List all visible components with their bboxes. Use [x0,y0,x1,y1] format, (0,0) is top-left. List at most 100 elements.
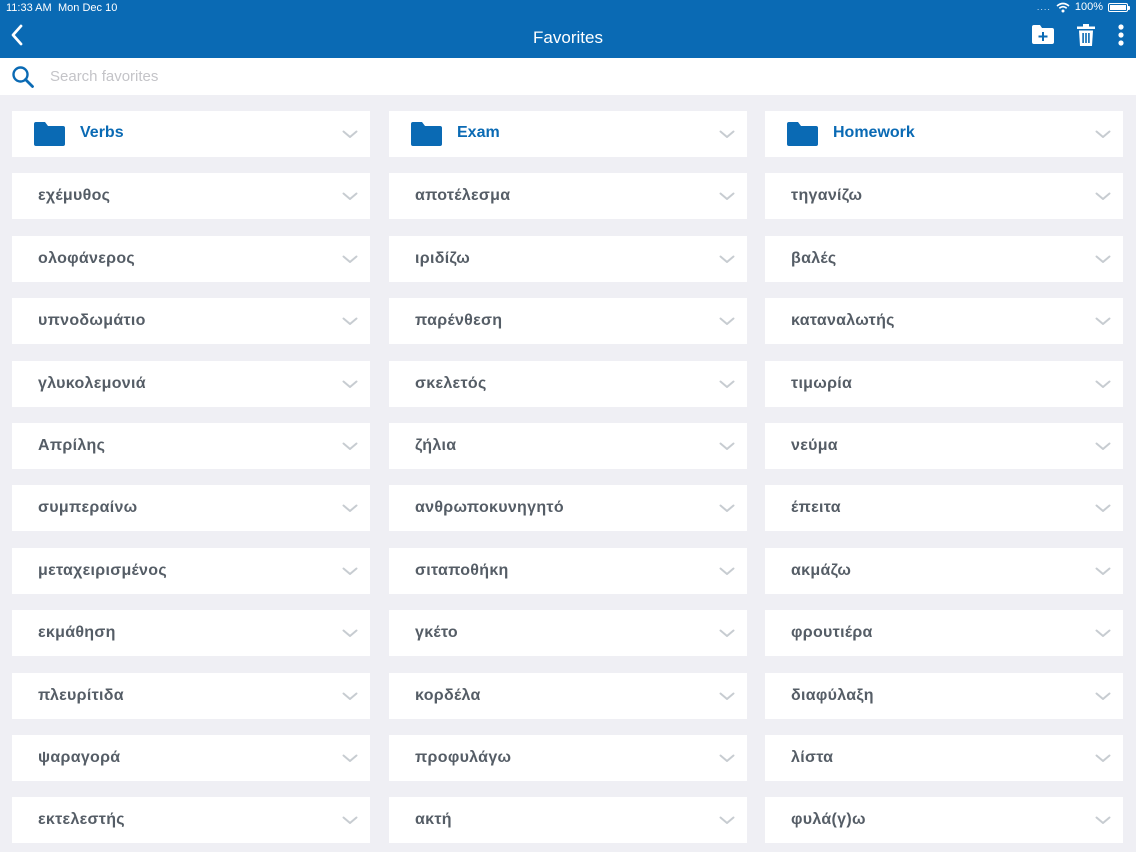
favorite-word: λίστα [791,749,834,766]
favorite-word: ιριδίζω [415,249,471,267]
favorite-word-card[interactable]: έπειτα [765,485,1123,532]
favorite-word-card[interactable]: νεύμα [765,423,1123,469]
chevron-down-icon [1095,629,1111,638]
favorite-word-card[interactable]: σκελετός [389,360,747,407]
favorite-word: εχέμυθος [38,187,111,205]
chevron-down-icon [342,816,358,825]
favorite-word: ολοφάνερος [38,249,136,267]
search-icon[interactable] [11,65,35,89]
new-folder-button[interactable] [1031,23,1055,50]
favorite-word-card[interactable]: εκτελεστής [12,797,370,844]
chevron-down-icon [342,504,358,513]
favorite-word: καταναλωτής [791,312,895,330]
favorite-word: έπειτα [791,499,841,517]
status-date: Mon Dec 10 [58,2,118,14]
favorite-word-card[interactable]: παρένθεση [389,298,747,345]
favorite-word-card[interactable]: εχέμυθος [12,173,370,220]
chevron-down-icon [342,255,358,263]
favorite-word-card[interactable]: γκέτο [389,610,747,657]
favorite-word: γλυκολεμονιά [38,374,146,392]
folder-name: Exam [457,124,500,141]
favorite-word: ζήλια [415,437,457,454]
favorite-word: προφυλάγω [415,749,512,766]
more-options-button[interactable] [1114,23,1128,52]
chevron-down-icon [719,567,735,575]
favorite-word-card[interactable]: ανθρωποκυνηγητό [389,485,747,532]
folder-card[interactable]: Verbs [12,111,370,157]
favorite-word-card[interactable]: σιταποθήκη [389,547,747,594]
favorite-word-card[interactable]: βαλές [765,235,1123,282]
folder-card[interactable]: Exam [389,111,747,157]
favorite-word-card[interactable]: τηγανίζω [765,173,1123,220]
favorite-word-card[interactable]: εκμάθηση [12,610,370,657]
favorite-word: Απρίλης [38,437,106,454]
favorite-word-card[interactable]: ζήλια [389,423,747,469]
trash-icon [1077,24,1095,46]
favorite-word: φρουτιέρα [791,624,873,642]
favorite-word-card[interactable]: Απρίλης [12,423,370,469]
favorite-word: υπνοδωμάτιο [38,312,146,330]
chevron-down-icon [719,754,735,762]
chevron-down-icon [1095,816,1111,825]
search-bar [0,58,1136,95]
favorite-word-card[interactable]: αποτέλεσμα [389,173,747,220]
favorite-word: μεταχειρισμένος [38,561,167,579]
favorite-word-card[interactable]: διαφύλαξη [765,672,1123,719]
chevron-down-icon [342,692,358,700]
chevron-down-icon [342,317,358,326]
favorite-word-card[interactable]: συμπεραίνω [12,485,370,532]
favorite-word-card[interactable]: πλευρίτιδα [12,672,370,719]
favorite-word: τηγανίζω [791,187,863,205]
chevron-down-icon [342,629,358,638]
favorite-word: τιμωρία [791,374,853,392]
delete-button[interactable] [1076,23,1096,52]
battery-icon [1108,2,1130,12]
favorite-word-card[interactable]: ακτή [389,797,747,844]
favorite-word-card[interactable]: μεταχειρισμένος [12,547,370,594]
favorite-word-card[interactable]: φυλά(γ)ω [765,797,1123,844]
favorite-word-card[interactable]: προφυλάγω [389,735,747,781]
chevron-down-icon [719,192,735,201]
favorite-word-card[interactable]: ιριδίζω [389,235,747,282]
favorite-word-card[interactable]: φρουτιέρα [765,610,1123,657]
chevron-down-icon [1095,130,1111,138]
favorite-word: νεύμα [791,437,838,454]
chevron-down-icon [342,192,358,201]
chevron-down-icon [1095,380,1111,388]
chevron-down-icon [719,317,735,326]
favorite-word: σκελετός [415,374,487,392]
favorite-word: παρένθεση [415,312,503,330]
battery-percent: 100% [1074,1,1103,13]
favorite-word: ψαραγορά [38,749,121,766]
chevron-down-icon [1095,504,1111,513]
favorite-word-card[interactable]: υπνοδωμάτιο [12,298,370,345]
favorite-word: ακτή [415,811,452,829]
status-time: 11:33 AM [6,2,52,14]
favorite-word-card[interactable]: λίστα [765,735,1123,781]
chevron-down-icon [342,380,358,388]
chevron-down-icon [342,754,358,762]
favorite-word: εκτελεστής [38,811,125,829]
chevron-down-icon [1095,442,1111,450]
status-indicators: .... 100% [1037,1,1130,13]
chevron-down-icon [1095,255,1111,263]
folder-add-icon [1032,25,1054,44]
folder-card[interactable]: Homework [765,111,1123,157]
favorite-word-card[interactable]: ολοφάνερος [12,235,370,282]
search-input[interactable] [50,66,950,86]
favorite-word: βαλές [791,249,837,267]
favorite-word: ακμάζω [791,561,852,579]
favorite-word: κορδέλα [415,686,481,704]
favorite-word-card[interactable]: καταναλωτής [765,298,1123,345]
favorite-word: διαφύλαξη [791,686,874,704]
folder-icon [34,122,65,146]
favorite-word-card[interactable]: ακμάζω [765,547,1123,594]
favorite-word-card[interactable]: γλυκολεμονιά [12,360,370,407]
chevron-down-icon [1095,192,1111,201]
chevron-down-icon [719,255,735,263]
favorite-word: φυλά(γ)ω [791,811,866,829]
favorite-word-card[interactable]: ψαραγορά [12,735,370,781]
favorite-word-card[interactable]: κορδέλα [389,672,747,719]
favorite-word-card[interactable]: τιμωρία [765,360,1123,407]
favorite-word: εκμάθηση [38,624,116,642]
